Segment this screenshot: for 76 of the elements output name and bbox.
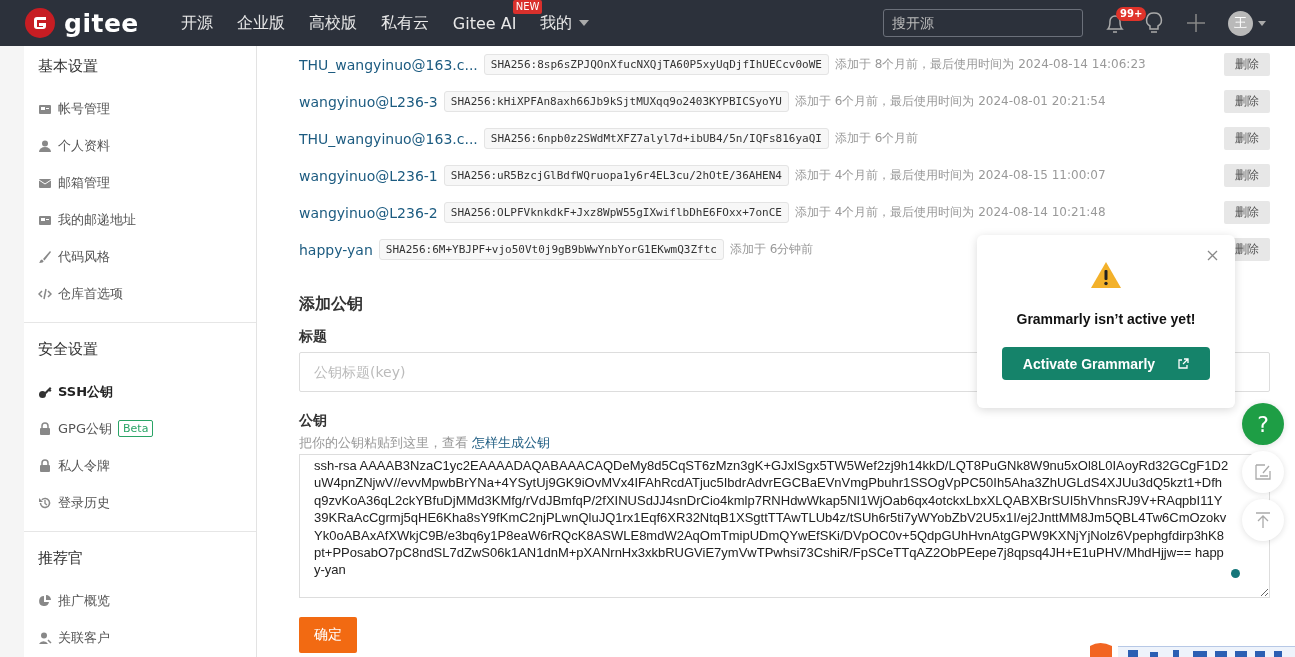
sidebar-item[interactable]: 关联客户 bbox=[38, 619, 242, 656]
nav-link[interactable]: 开源 bbox=[168, 12, 225, 34]
key-fingerprint: SHA256:OLPFVknkdkF+Jxz8WpW55gIXwiflbDhE6FOxx+7onCE bbox=[443, 202, 789, 223]
field-label: 标题 bbox=[299, 327, 327, 346]
key-meta: 添加于 6个月前，最后使用时间为 2024-08-01 20:21:54 bbox=[794, 93, 1106, 110]
public-key-field[interactable]: ssh-rsa AAAAB3NzaC1yc2EAAAADAQABAAACAQDeMy8d5CqST6zMzn3gK+GJxlSgx5TW5Wef2zj9h14kkD/LQT8PuGNk8W9nu5xOl8L0IAoyRd32GCgF1D2uW4pnZNjwV//evvMpwbBrYNa+4YSytUj9GK9iOvMVx4IFAhRcdATjuc5IbdrAdvrEGCBaEVnVmgPbuhr1SSOgVpPC50Ih5Aha3ZhUGLdS4XJUu3dQ5kzt1+Dfhq9zvKoA36qL2ckYBfuDjMMd3KMfg/rVdJBmfqP/2fXINUSdJJ4snDrCio4kmlp7RNHdwWkap5NI1WjOab6qx4otckxLbxXLQABXBrSUI5hVhnsRJ9V+RAqpbI11Y39KRaAcCgrmj5qHE6Kha8sY9fKmC2njPLwnQluJQ1rx1Eqf6XR32NtqB1XSgttTTAwTLUb4z/tSUh6r5ti7yWYobZbV2U5x1I/ej2JnttMM8Jm5QBL4Tw6CmOzokvYk0oABAxAfXWkjC9B/e3bq6y1P8eaW6rRQcK8ASWLE8mdW2AqOmTmipUDmQYwEfSKi/DVpOC0v+5QdpGUhHvnAtgGPW9KXNjYjNolz6Vpephgfdirp3hK8pt+PPosabO7pC8ndSL7dZwS06k1AN1dnM+pXANrnHx3xkbRUGViE7ymVwTPwhsi73CshiR/FpSCeTTqAZ2ObPEepe7j8qpsq4JH+E1uPHV/MhdHjjw== happy-yan bbox=[299, 454, 1270, 598]
plus-icon[interactable] bbox=[1186, 13, 1206, 33]
key-meta: 添加于 4个月前，最后使用时间为 2024-08-15 11:00:07 bbox=[794, 167, 1106, 184]
edit-icon bbox=[1254, 463, 1272, 481]
key-title-link[interactable]: THU_wangyinuo@163.c... bbox=[299, 56, 478, 73]
key-title-link[interactable]: wangyinuo@L236-2 bbox=[299, 204, 438, 221]
sidebar-item[interactable]: 私人令牌 bbox=[38, 447, 242, 484]
external-link-icon bbox=[1177, 357, 1190, 370]
popup-message: Grammarly isn’t active yet! bbox=[1016, 311, 1196, 327]
close-icon[interactable] bbox=[1207, 250, 1218, 261]
key-fingerprint: SHA256:6M+YBJPF+vjo50Vt0j9gB9bWwYnbYorG1EKwmQ3Zftc bbox=[378, 239, 724, 260]
delete-button[interactable]: 删除 bbox=[1224, 90, 1270, 113]
key-meta: 添加于 4个月前，最后使用时间为 2024-08-14 10:21:48 bbox=[794, 204, 1106, 221]
section-title: 基本设置 bbox=[38, 56, 99, 77]
notification-badge: 99+ bbox=[1116, 7, 1147, 21]
section-title: 推荐官 bbox=[38, 548, 84, 569]
sidebar-item[interactable]: 帐号管理 bbox=[38, 90, 242, 127]
delete-button[interactable]: 删除 bbox=[1224, 201, 1270, 224]
sidebar-item[interactable]: 仓库首选项 bbox=[38, 275, 242, 312]
user-icon bbox=[38, 630, 52, 645]
status-dot-icon bbox=[1231, 569, 1240, 578]
hint-text: 把你的公钥粘贴到这里，查看 怎样生成公钥 bbox=[299, 434, 551, 452]
logo-text[interactable]: gitee bbox=[64, 8, 139, 38]
key-icon bbox=[38, 384, 52, 399]
nav-link[interactable]: 高校版 bbox=[296, 12, 369, 34]
sidebar-item[interactable]: 代码风格 bbox=[38, 238, 242, 275]
code-icon bbox=[38, 286, 52, 301]
key-title-link[interactable]: wangyinuo@L236-3 bbox=[299, 93, 438, 110]
key-meta: 添加于 6分钟前 bbox=[729, 241, 814, 258]
lightbulb-icon[interactable] bbox=[1144, 11, 1164, 35]
sidebar-item[interactable]: 邮箱管理 bbox=[38, 164, 242, 201]
warning-icon bbox=[1090, 261, 1122, 289]
key-meta: 添加于 8个月前，最后使用时间为 2024-08-14 14:06:23 bbox=[834, 56, 1146, 73]
nav-link[interactable]: 我的 bbox=[528, 12, 602, 34]
lock-icon bbox=[38, 421, 52, 436]
key-title-link[interactable]: happy-yan bbox=[299, 241, 373, 258]
lock-icon bbox=[38, 458, 52, 473]
sidebar-item[interactable]: 个人资料 bbox=[38, 127, 242, 164]
key-fingerprint: SHA256:8sp6sZPJQOnXfucNXQjTA60P5xyUqDjfIhUECcv0oWE bbox=[483, 54, 829, 75]
help-link[interactable]: 怎样生成公钥 bbox=[472, 435, 551, 450]
sidebar-item[interactable]: 推广概览 bbox=[38, 582, 242, 619]
key-title-link[interactable]: wangyinuo@L236-1 bbox=[299, 167, 438, 184]
activate-button[interactable]: Activate Grammarly bbox=[1002, 347, 1210, 380]
arrow-up-icon bbox=[1254, 511, 1272, 529]
caret-icon bbox=[1258, 20, 1266, 26]
search-field[interactable]: 搜开源 bbox=[883, 9, 1083, 37]
delete-button[interactable]: 删除 bbox=[1224, 164, 1270, 187]
history-icon bbox=[38, 495, 52, 510]
pie-chart-icon bbox=[38, 593, 52, 608]
logo-icon bbox=[25, 8, 55, 38]
key-title-link[interactable]: THU_wangyinuo@163.c... bbox=[299, 130, 478, 147]
beta-badge: Beta bbox=[118, 420, 154, 437]
sidebar-item[interactable]: SSH公钥 bbox=[38, 373, 242, 410]
section-heading: 添加公钥 bbox=[299, 293, 363, 315]
delete-button[interactable]: 删除 bbox=[1224, 127, 1270, 150]
user-icon bbox=[38, 138, 52, 153]
nav-link[interactable]: Gitee AI bbox=[440, 13, 529, 33]
nav-link[interactable]: 私有云 bbox=[368, 12, 441, 34]
sidebar-item[interactable]: 登录历史 bbox=[38, 484, 242, 521]
sidebar-item[interactable]: GPG公钥 Beta bbox=[38, 410, 242, 447]
nav-link[interactable]: 企业版 bbox=[224, 12, 297, 34]
brush-icon bbox=[38, 249, 52, 264]
delete-button[interactable]: 删除 bbox=[1224, 53, 1270, 76]
key-fingerprint: SHA256:uR5BzcjGlBdfWQruopa1y6r4EL3cu/2hOtE/36AHEN4 bbox=[443, 165, 789, 186]
key-meta: 添加于 6个月前 bbox=[834, 130, 919, 147]
sidebar-item[interactable]: 我的邮递地址 bbox=[38, 201, 242, 238]
new-badge: NEW bbox=[512, 0, 543, 14]
section-title: 安全设置 bbox=[38, 339, 99, 360]
key-fingerprint: SHA256:kHiXPFAn8axh66Jb9kSjtMUXqq9o2403KYPBICSyoYU bbox=[443, 91, 789, 112]
field-label: 公钥 bbox=[299, 411, 327, 430]
key-fingerprint: SHA256:6npb0z2SWdMtXFZ7alyl7d+ibUB4/5n/IQFs816yaQI bbox=[483, 128, 829, 149]
